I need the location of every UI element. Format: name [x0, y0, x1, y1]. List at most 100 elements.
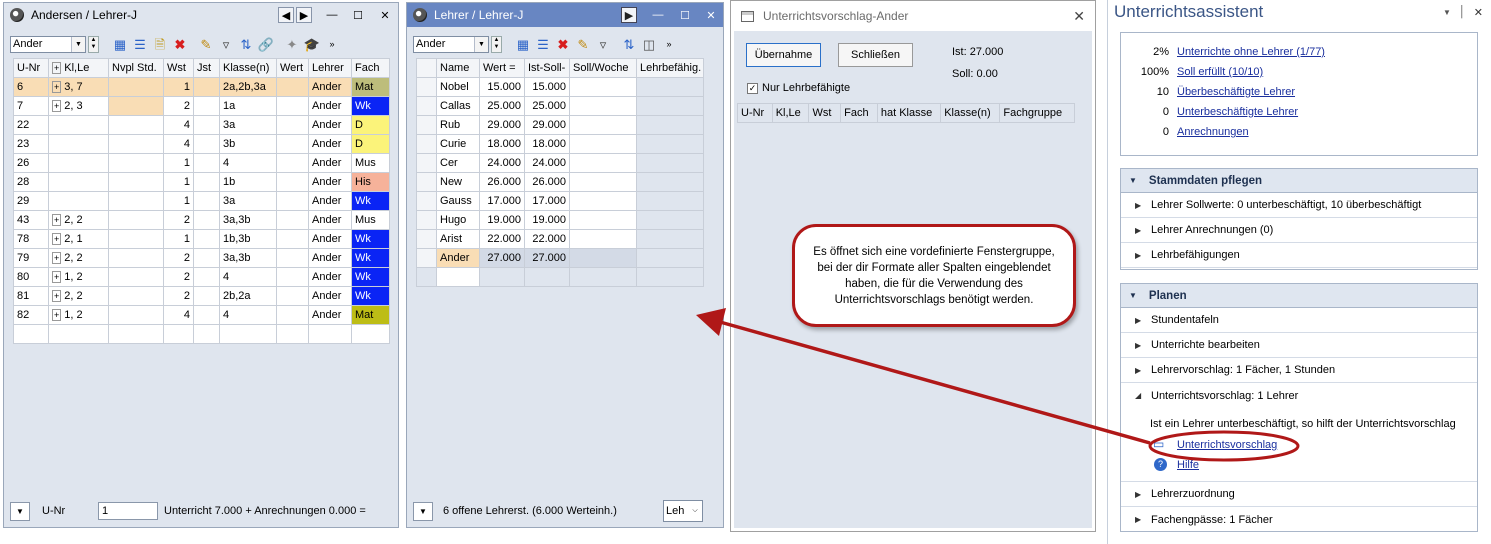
chevron-down-icon[interactable]: ▼: [71, 36, 85, 52]
cell-soll-woche[interactable]: [569, 115, 637, 135]
cell-wst[interactable]: 2: [163, 267, 194, 287]
empty-cell[interactable]: [351, 324, 390, 344]
cell-kl[interactable]: +1, 2: [48, 305, 109, 325]
cell-lehrer[interactable]: Ander: [308, 77, 352, 97]
cell-wert[interactable]: 22.000: [479, 229, 525, 249]
cell-unr[interactable]: 82: [13, 305, 49, 325]
cell-lehrer[interactable]: Ander: [308, 286, 352, 306]
master-data-item[interactable]: ▶ Lehrer Sollwerte: 0 unterbeschäftigt, 1…: [1121, 193, 1477, 218]
cell-unr[interactable]: 7: [13, 96, 49, 116]
cell-wert[interactable]: [276, 286, 309, 306]
cell-wert[interactable]: 27.000: [479, 248, 525, 268]
cell-wert[interactable]: [276, 77, 309, 97]
cell-nvpl[interactable]: [108, 134, 164, 154]
cell-wert[interactable]: [276, 248, 309, 268]
empty-cell[interactable]: [416, 267, 437, 287]
cell-klasse[interactable]: 3a: [219, 191, 277, 211]
cell-lehrbef[interactable]: [636, 115, 704, 135]
expand-icon[interactable]: +: [52, 309, 62, 321]
column-header[interactable]: Lehrbefähig.: [636, 58, 704, 78]
empty-cell[interactable]: [163, 324, 194, 344]
cell-lehrbef[interactable]: [636, 229, 704, 249]
cell-nvpl[interactable]: [108, 77, 164, 97]
cell-wert[interactable]: 18.000: [479, 134, 525, 154]
column-header[interactable]: Wst: [808, 103, 842, 123]
expand-icon[interactable]: +: [52, 100, 62, 112]
grid-icon[interactable]: ▦: [514, 35, 532, 53]
cell-fach[interactable]: Wk: [351, 229, 390, 249]
cell-wst[interactable]: 4: [163, 115, 194, 135]
table-row[interactable]: 43 +2, 2 2 3a,3b Ander Mus: [13, 210, 390, 230]
cell-lehrer[interactable]: Ander: [308, 229, 352, 249]
empty-cell[interactable]: [479, 267, 525, 287]
cell-wst[interactable]: 2: [163, 96, 194, 116]
cell-fach[interactable]: D: [351, 115, 390, 135]
master-data-header[interactable]: ▼ Stammdaten pflegen: [1121, 169, 1477, 193]
cell-soll-woche[interactable]: [569, 134, 637, 154]
cell-jst[interactable]: [193, 96, 220, 116]
sort-icon[interactable]: ⇅: [237, 35, 255, 53]
row-selector[interactable]: [416, 248, 437, 268]
table-row[interactable]: 23 4 3b Ander D: [13, 134, 390, 154]
close-icon[interactable]: ✕: [1073, 8, 1085, 25]
empty-cell[interactable]: [276, 324, 309, 344]
empty-row[interactable]: [416, 267, 704, 287]
cell-name[interactable]: Gauss: [436, 191, 480, 211]
table-row[interactable]: 6 +3, 7 1 2a,2b,3a Ander Mat: [13, 77, 390, 97]
status-value-input[interactable]: 1: [98, 502, 158, 520]
cell-fach[interactable]: Wk: [351, 96, 390, 116]
cell-name[interactable]: Arist: [436, 229, 480, 249]
cell-nvpl[interactable]: [108, 191, 164, 211]
list-icon[interactable]: ☰: [131, 35, 149, 53]
empty-cell[interactable]: [13, 324, 49, 344]
cell-ist-soll[interactable]: 15.000: [524, 77, 570, 97]
cell-soll-woche[interactable]: [569, 229, 637, 249]
table-row[interactable]: Arist 22.000 22.000: [416, 229, 704, 249]
grid-icon[interactable]: ▦: [111, 35, 129, 53]
cell-klasse[interactable]: 4: [219, 267, 277, 287]
cell-wst[interactable]: 1: [163, 172, 194, 192]
minimize-icon[interactable]: —: [320, 7, 344, 23]
more-icon[interactable]: »: [660, 35, 678, 53]
cell-nvpl[interactable]: [108, 267, 164, 287]
cell-kl[interactable]: [48, 172, 109, 192]
column-header[interactable]: Klasse(n): [940, 103, 1001, 123]
cell-wert[interactable]: [276, 191, 309, 211]
cell-fach[interactable]: Mat: [351, 77, 390, 97]
cell-klasse[interactable]: 2b,2a: [219, 286, 277, 306]
sort-icon[interactable]: ⇅: [620, 35, 638, 53]
cell-lehrbef[interactable]: [636, 210, 704, 230]
table-row[interactable]: 82 +1, 2 4 4 Ander Mat: [13, 305, 390, 325]
prev-record-icon[interactable]: ◀: [278, 7, 294, 23]
cell-wst[interactable]: 4: [163, 305, 194, 325]
cell-klasse[interactable]: 3a,3b: [219, 248, 277, 268]
cell-ist-soll[interactable]: 25.000: [524, 96, 570, 116]
filter-icon[interactable]: ▿: [217, 35, 235, 53]
only-qualified-checkbox[interactable]: ✓ Nur Lehrbefähigte: [747, 82, 850, 94]
cell-wert[interactable]: [276, 172, 309, 192]
cell-fach[interactable]: Wk: [351, 267, 390, 287]
row-selector[interactable]: [416, 191, 437, 211]
cell-wert[interactable]: [276, 267, 309, 287]
cell-lehrer[interactable]: Ander: [308, 134, 352, 154]
filter-icon[interactable]: ▿: [594, 35, 612, 53]
list-icon[interactable]: ☰: [534, 35, 552, 53]
cell-wst[interactable]: 4: [163, 134, 194, 154]
table-row[interactable]: Callas 25.000 25.000: [416, 96, 704, 116]
graduation-icon[interactable]: 🎓: [303, 35, 321, 53]
cell-nvpl[interactable]: [108, 172, 164, 192]
expand-arrow-icon[interactable]: ▶: [1135, 366, 1151, 375]
plan-item[interactable]: ▶ Fachengpässe: 1 Fächer: [1121, 507, 1477, 532]
cell-klasse[interactable]: 2a,2b,3a: [219, 77, 277, 97]
table-settings-icon[interactable]: ◫: [640, 35, 658, 53]
column-header[interactable]: U-Nr: [737, 103, 773, 123]
proposal-link[interactable]: Unterrichtsvorschlag: [1177, 439, 1277, 451]
cell-unr[interactable]: 29: [13, 191, 49, 211]
teacher-stepper[interactable]: ▲ ▼: [88, 35, 99, 53]
column-header[interactable]: Fachgruppe: [999, 103, 1075, 123]
help-link[interactable]: Hilfe: [1177, 459, 1199, 471]
cell-name[interactable]: Callas: [436, 96, 480, 116]
column-header[interactable]: U-Nr: [13, 58, 49, 78]
cell-lehrer[interactable]: Ander: [308, 115, 352, 135]
cell-kl[interactable]: +3, 7: [48, 77, 109, 97]
